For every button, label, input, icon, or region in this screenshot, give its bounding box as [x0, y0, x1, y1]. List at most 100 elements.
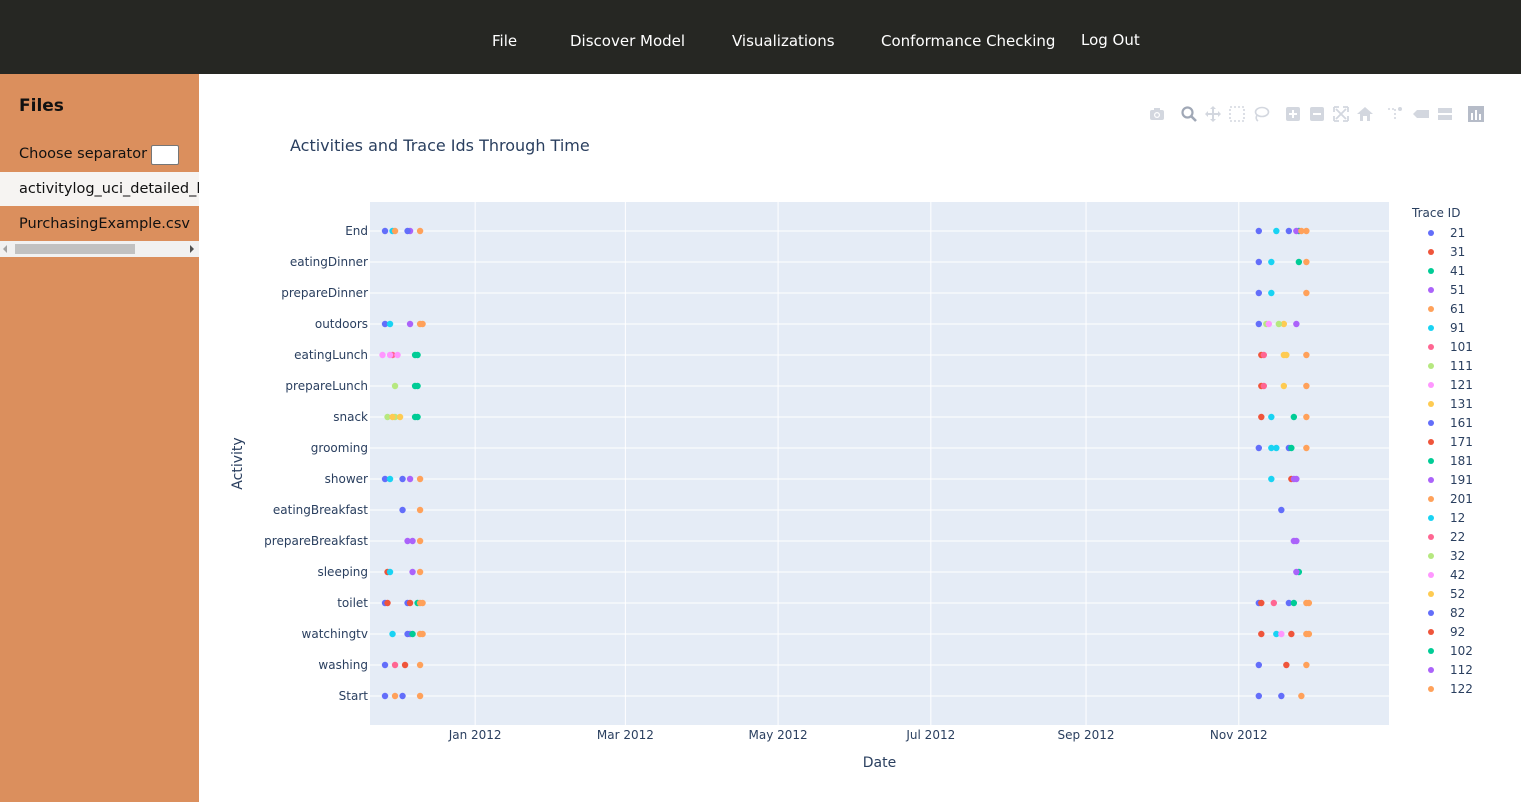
- data-point: [1290, 475, 1298, 483]
- data-point: [379, 351, 386, 359]
- data-point: [1268, 258, 1275, 266]
- legend-label: 41: [1450, 264, 1466, 278]
- data-point: [1255, 289, 1263, 297]
- data-point: [1293, 568, 1300, 576]
- legend-label: 31: [1450, 245, 1466, 259]
- data-point: [386, 475, 394, 483]
- legend-marker: [1428, 439, 1434, 445]
- legend-title: Trace ID: [1412, 206, 1461, 220]
- data-point: [381, 227, 389, 235]
- data-point: [1293, 537, 1300, 545]
- data-point: [1255, 661, 1263, 669]
- y-tick-label: Start: [339, 689, 369, 703]
- legend-label: 111: [1450, 359, 1473, 373]
- data-point: [401, 661, 409, 669]
- legend-marker: [1428, 363, 1434, 369]
- data-point: [1298, 692, 1305, 700]
- legend-marker: [1428, 401, 1434, 407]
- data-point: [381, 692, 389, 700]
- data-point: [1278, 692, 1285, 700]
- legend-marker: [1428, 420, 1434, 426]
- y-tick-label: watchingtv: [302, 627, 368, 641]
- legend-label: 131: [1450, 397, 1473, 411]
- y-tick-label: prepareLunch: [285, 379, 368, 393]
- y-tick-label: eatingBreakfast: [273, 503, 368, 517]
- data-point: [416, 506, 424, 514]
- legend-label: 22: [1450, 530, 1466, 544]
- data-point: [1285, 227, 1293, 235]
- data-point: [1258, 599, 1265, 607]
- data-point: [399, 506, 406, 514]
- data-point: [416, 692, 424, 700]
- data-point: [1273, 444, 1280, 452]
- data-point: [416, 227, 424, 235]
- data-point: [386, 568, 394, 576]
- data-point: [1258, 413, 1265, 421]
- legend-label: 82: [1450, 606, 1466, 620]
- legend-label: 102: [1450, 644, 1473, 658]
- x-tick-label: May 2012: [749, 728, 808, 742]
- x-tick-label: Jan 2012: [448, 728, 502, 742]
- legend-label: 101: [1450, 340, 1473, 354]
- data-point: [419, 630, 426, 638]
- legend-label: 91: [1450, 321, 1466, 335]
- legend-label: 32: [1450, 549, 1466, 563]
- data-point: [1273, 227, 1280, 235]
- legend-marker: [1428, 306, 1434, 312]
- data-point: [1260, 382, 1268, 390]
- data-point: [381, 661, 389, 669]
- data-point: [1280, 382, 1288, 390]
- y-tick-label: toilet: [337, 596, 368, 610]
- data-point: [419, 320, 426, 328]
- data-point: [1303, 661, 1310, 669]
- legend-marker: [1428, 477, 1434, 483]
- y-tick-label: sleeping: [317, 565, 368, 579]
- x-tick-label: Sep 2012: [1058, 728, 1115, 742]
- legend-marker: [1428, 515, 1434, 521]
- legend-label: 42: [1450, 568, 1466, 582]
- legend-marker: [1428, 249, 1434, 255]
- legend-marker: [1428, 268, 1434, 274]
- data-point: [389, 630, 396, 638]
- legend-label: 12: [1450, 511, 1466, 525]
- data-point: [409, 568, 416, 576]
- data-point: [1268, 413, 1275, 421]
- x-tick-label: Mar 2012: [597, 728, 654, 742]
- x-tick-label: Jul 2012: [905, 728, 955, 742]
- data-point: [1290, 413, 1298, 421]
- data-point: [404, 537, 411, 545]
- legend-marker: [1428, 686, 1434, 692]
- plot-background: [370, 202, 1389, 725]
- y-axis-title: Activity: [230, 437, 246, 489]
- data-point: [416, 568, 424, 576]
- data-point: [411, 413, 419, 421]
- data-point: [391, 382, 399, 390]
- data-point: [1255, 227, 1263, 235]
- data-point: [1278, 630, 1285, 638]
- data-point: [1303, 258, 1310, 266]
- legend-marker: [1428, 534, 1434, 540]
- legend-label: 61: [1450, 302, 1466, 316]
- data-point: [1265, 320, 1273, 328]
- data-point: [1268, 289, 1275, 297]
- data-point: [1283, 661, 1290, 669]
- data-point: [389, 413, 396, 421]
- data-point: [1293, 320, 1300, 328]
- data-point: [1288, 444, 1295, 452]
- y-tick-label: eatingDinner: [290, 255, 368, 269]
- legend-marker: [1428, 629, 1434, 635]
- legend-label: 191: [1450, 473, 1473, 487]
- legend-label: 201: [1450, 492, 1473, 506]
- data-point: [1303, 413, 1310, 421]
- y-tick-label: shower: [325, 472, 368, 486]
- data-point: [1303, 351, 1310, 359]
- y-tick-label: eatingLunch: [294, 348, 368, 362]
- data-point: [411, 382, 419, 390]
- data-point: [1270, 599, 1278, 607]
- y-tick-label: washing: [318, 658, 368, 672]
- data-point: [1305, 599, 1313, 607]
- data-point: [416, 475, 424, 483]
- scatter-plot[interactable]: Start washing watchingtv toilet sleeping prep…: [0, 0, 1521, 802]
- legend-marker: [1428, 458, 1434, 464]
- data-point: [1288, 630, 1295, 638]
